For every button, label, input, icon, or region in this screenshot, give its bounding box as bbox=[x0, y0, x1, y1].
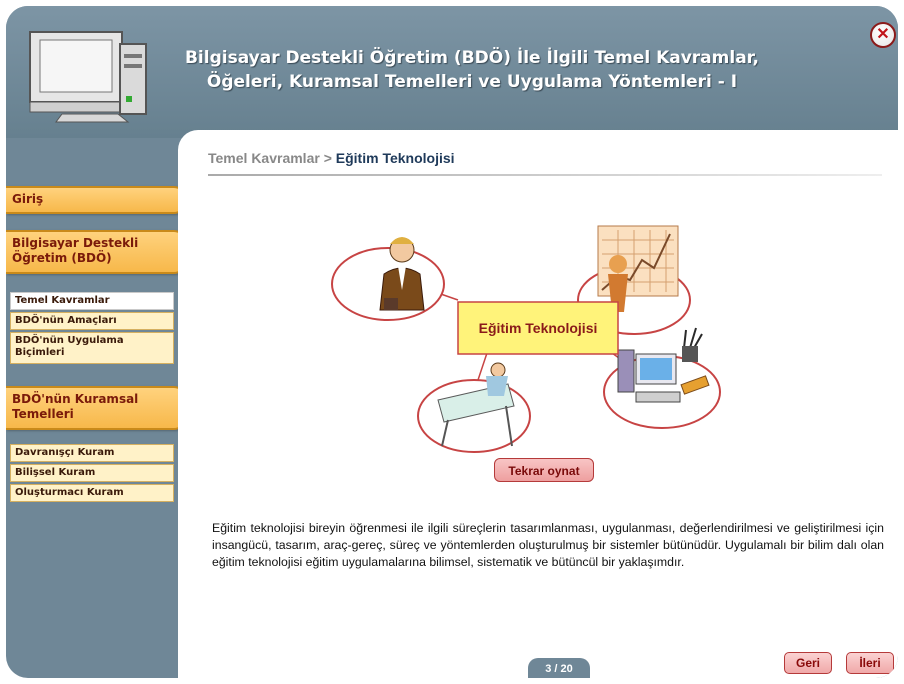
title-line-1: Bilgisayar Destekli Öğretim (BDÖ) İle İl… bbox=[184, 48, 760, 68]
education-technology-diagram: Eğitim Teknolojisi bbox=[331, 225, 721, 453]
close-icon[interactable]: ✕ bbox=[870, 22, 896, 48]
breadcrumb-divider bbox=[208, 174, 882, 176]
next-button[interactable]: İleri bbox=[846, 652, 894, 674]
sidebar-section-kuramsal-temeller[interactable]: BDÖ'nün Kuramsal Temelleri bbox=[6, 386, 186, 430]
sidebar-item-olusturmaci-kuram[interactable]: Oluşturmacı Kuram bbox=[10, 484, 174, 502]
content-panel: Temel Kavramlar > Eğitim Teknolojisi Eği… bbox=[178, 130, 898, 678]
sidebar-section-bdo[interactable]: Bilgisayar Destekli Öğretim (BDÖ) bbox=[6, 230, 186, 274]
center-box-label: Eğitim Teknolojisi bbox=[479, 320, 598, 336]
sidebar-item-label: Oluşturmacı Kuram bbox=[15, 487, 124, 498]
sidebar-section-label-line2: Temelleri bbox=[12, 407, 74, 421]
breadcrumb-current: Eğitim Teknolojisi bbox=[335, 150, 455, 166]
description-text: Eğitim teknolojisi bireyin öğrenmesi ile… bbox=[212, 521, 884, 569]
page-counter: 3 / 20 bbox=[528, 658, 590, 678]
sidebar-section-giris[interactable]: Giriş bbox=[6, 186, 186, 214]
sidebar-item-bdo-uygulama-bicimleri[interactable]: BDÖ'nün Uygulama Biçimleri bbox=[10, 332, 174, 364]
sidebar-item-label: Davranışçı Kuram bbox=[15, 447, 115, 458]
sidebar-item-label: BDÖ'nün Amaçları bbox=[15, 315, 117, 326]
sidebar-item-label-line1: BDÖ'nün Uygulama bbox=[15, 335, 124, 346]
sidebar-item-label: Temel Kavramlar bbox=[15, 295, 110, 306]
sidebar-section-label-line1: BDÖ'nün Kuramsal bbox=[12, 392, 139, 406]
computer-icon bbox=[29, 31, 147, 123]
app-frame: Bilgisayar Destekli Öğretim (BDÖ) İle İl… bbox=[6, 6, 898, 678]
sidebar-item-temel-kavramlar[interactable]: Temel Kavramlar bbox=[10, 292, 174, 310]
prev-button[interactable]: Geri bbox=[784, 652, 832, 674]
sidebar-item-label-line2: Biçimleri bbox=[15, 347, 65, 358]
replay-button[interactable]: Tekrar oynat bbox=[494, 458, 594, 482]
breadcrumb: Temel Kavramlar > Eğitim Teknolojisi bbox=[208, 150, 455, 166]
ellipse-desk bbox=[417, 379, 531, 453]
breadcrumb-parent[interactable]: Temel Kavramlar bbox=[208, 150, 320, 166]
header: Bilgisayar Destekli Öğretim (BDÖ) İle İl… bbox=[6, 6, 898, 138]
page-title: Bilgisayar Destekli Öğretim (BDÖ) İle İl… bbox=[152, 46, 792, 94]
sidebar-section-label-line2: Öğretim (BDÖ) bbox=[12, 251, 112, 265]
sidebar-item-bdo-amaclari[interactable]: BDÖ'nün Amaçları bbox=[10, 312, 174, 330]
sidebar-section-label-line1: Bilgisayar Destekli bbox=[12, 236, 139, 250]
title-line-2: Öğeleri, Kuramsal Temelleri ve Uygulama … bbox=[206, 72, 738, 92]
breadcrumb-separator: > bbox=[323, 150, 332, 166]
sidebar-item-label: Bilişsel Kuram bbox=[15, 467, 96, 478]
sidebar-item-davranisci-kuram[interactable]: Davranışçı Kuram bbox=[10, 444, 174, 462]
sidebar-section-label: Giriş bbox=[12, 192, 44, 206]
sidebar-item-bilissel-kuram[interactable]: Bilişsel Kuram bbox=[10, 464, 174, 482]
